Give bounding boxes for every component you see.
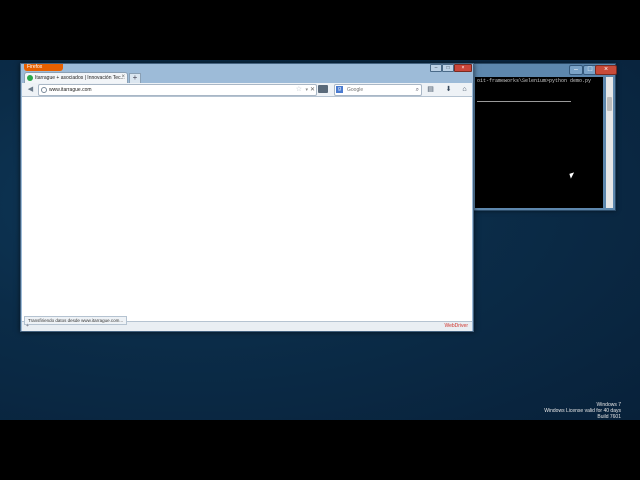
page-content[interactable] [22, 97, 472, 321]
navigation-toolbar: ◀ ☆ ▾ ✕ g ⌕ ▤ ⬇ ⌂ [22, 83, 472, 97]
search-bar[interactable]: g ⌕ [334, 84, 422, 96]
browser-window[interactable]: Firefox – □ × Itarrague + asociados | In… [20, 63, 474, 332]
letterbox-bottom [0, 420, 640, 480]
url-input[interactable] [49, 85, 279, 95]
console-divider [477, 101, 571, 102]
console-minimize-button[interactable]: – [569, 65, 583, 75]
search-engine-icon[interactable]: g [336, 86, 343, 93]
addon-icon[interactable] [318, 85, 328, 93]
console-command-line: oit-frameworks\Selenium>python demo.py [477, 78, 592, 84]
firefox-menu-button[interactable]: Firefox [24, 64, 63, 71]
console-titlebar[interactable]: – □ × [473, 64, 617, 76]
browser-close-button[interactable]: × [454, 64, 472, 72]
downloads-icon[interactable]: ⬇ [444, 85, 453, 94]
status-text: Transfiriendo datos desde www.itarrague.… [24, 316, 128, 325]
console-scrollbar[interactable] [606, 77, 613, 208]
addon-bar-icon[interactable]: + [26, 323, 29, 329]
tab-title: Itarrague + asociados | Innovación Tec..… [35, 75, 125, 81]
url-bar[interactable]: ☆ ▾ ✕ [38, 84, 317, 96]
search-input[interactable] [347, 85, 407, 95]
webdriver-indicator: WebDriver [444, 323, 468, 329]
tab-close-icon[interactable]: × [121, 74, 125, 80]
page-menu-icon[interactable]: ▤ [426, 85, 435, 94]
back-arrow-icon[interactable]: ◀ [26, 85, 35, 94]
site-favicon-icon [27, 75, 33, 81]
console-screen[interactable]: oit-frameworks\Selenium>python demo.py [475, 77, 603, 208]
url-dropdown-icon[interactable]: ▾ [305, 85, 308, 95]
status-bar: Transfiriendo datos desde www.itarrague.… [22, 316, 472, 331]
home-icon[interactable]: ⌂ [460, 85, 469, 94]
stop-icon[interactable]: ✕ [310, 85, 315, 95]
bookmark-star-icon[interactable]: ☆ [296, 85, 302, 95]
console-scroll-thumb[interactable] [607, 97, 612, 111]
letterbox-top [0, 0, 640, 60]
browser-minimize-button[interactable]: – [430, 64, 442, 72]
browser-maximize-button[interactable]: □ [442, 64, 454, 72]
windows-watermark: Windows 7 Windows License valid for 40 d… [544, 402, 621, 420]
search-icon[interactable]: ⌕ [416, 85, 419, 95]
console-close-button[interactable]: × [595, 65, 617, 75]
console-window[interactable]: – □ × oit-frameworks\Selenium>python dem… [472, 63, 617, 211]
globe-icon [41, 87, 47, 93]
